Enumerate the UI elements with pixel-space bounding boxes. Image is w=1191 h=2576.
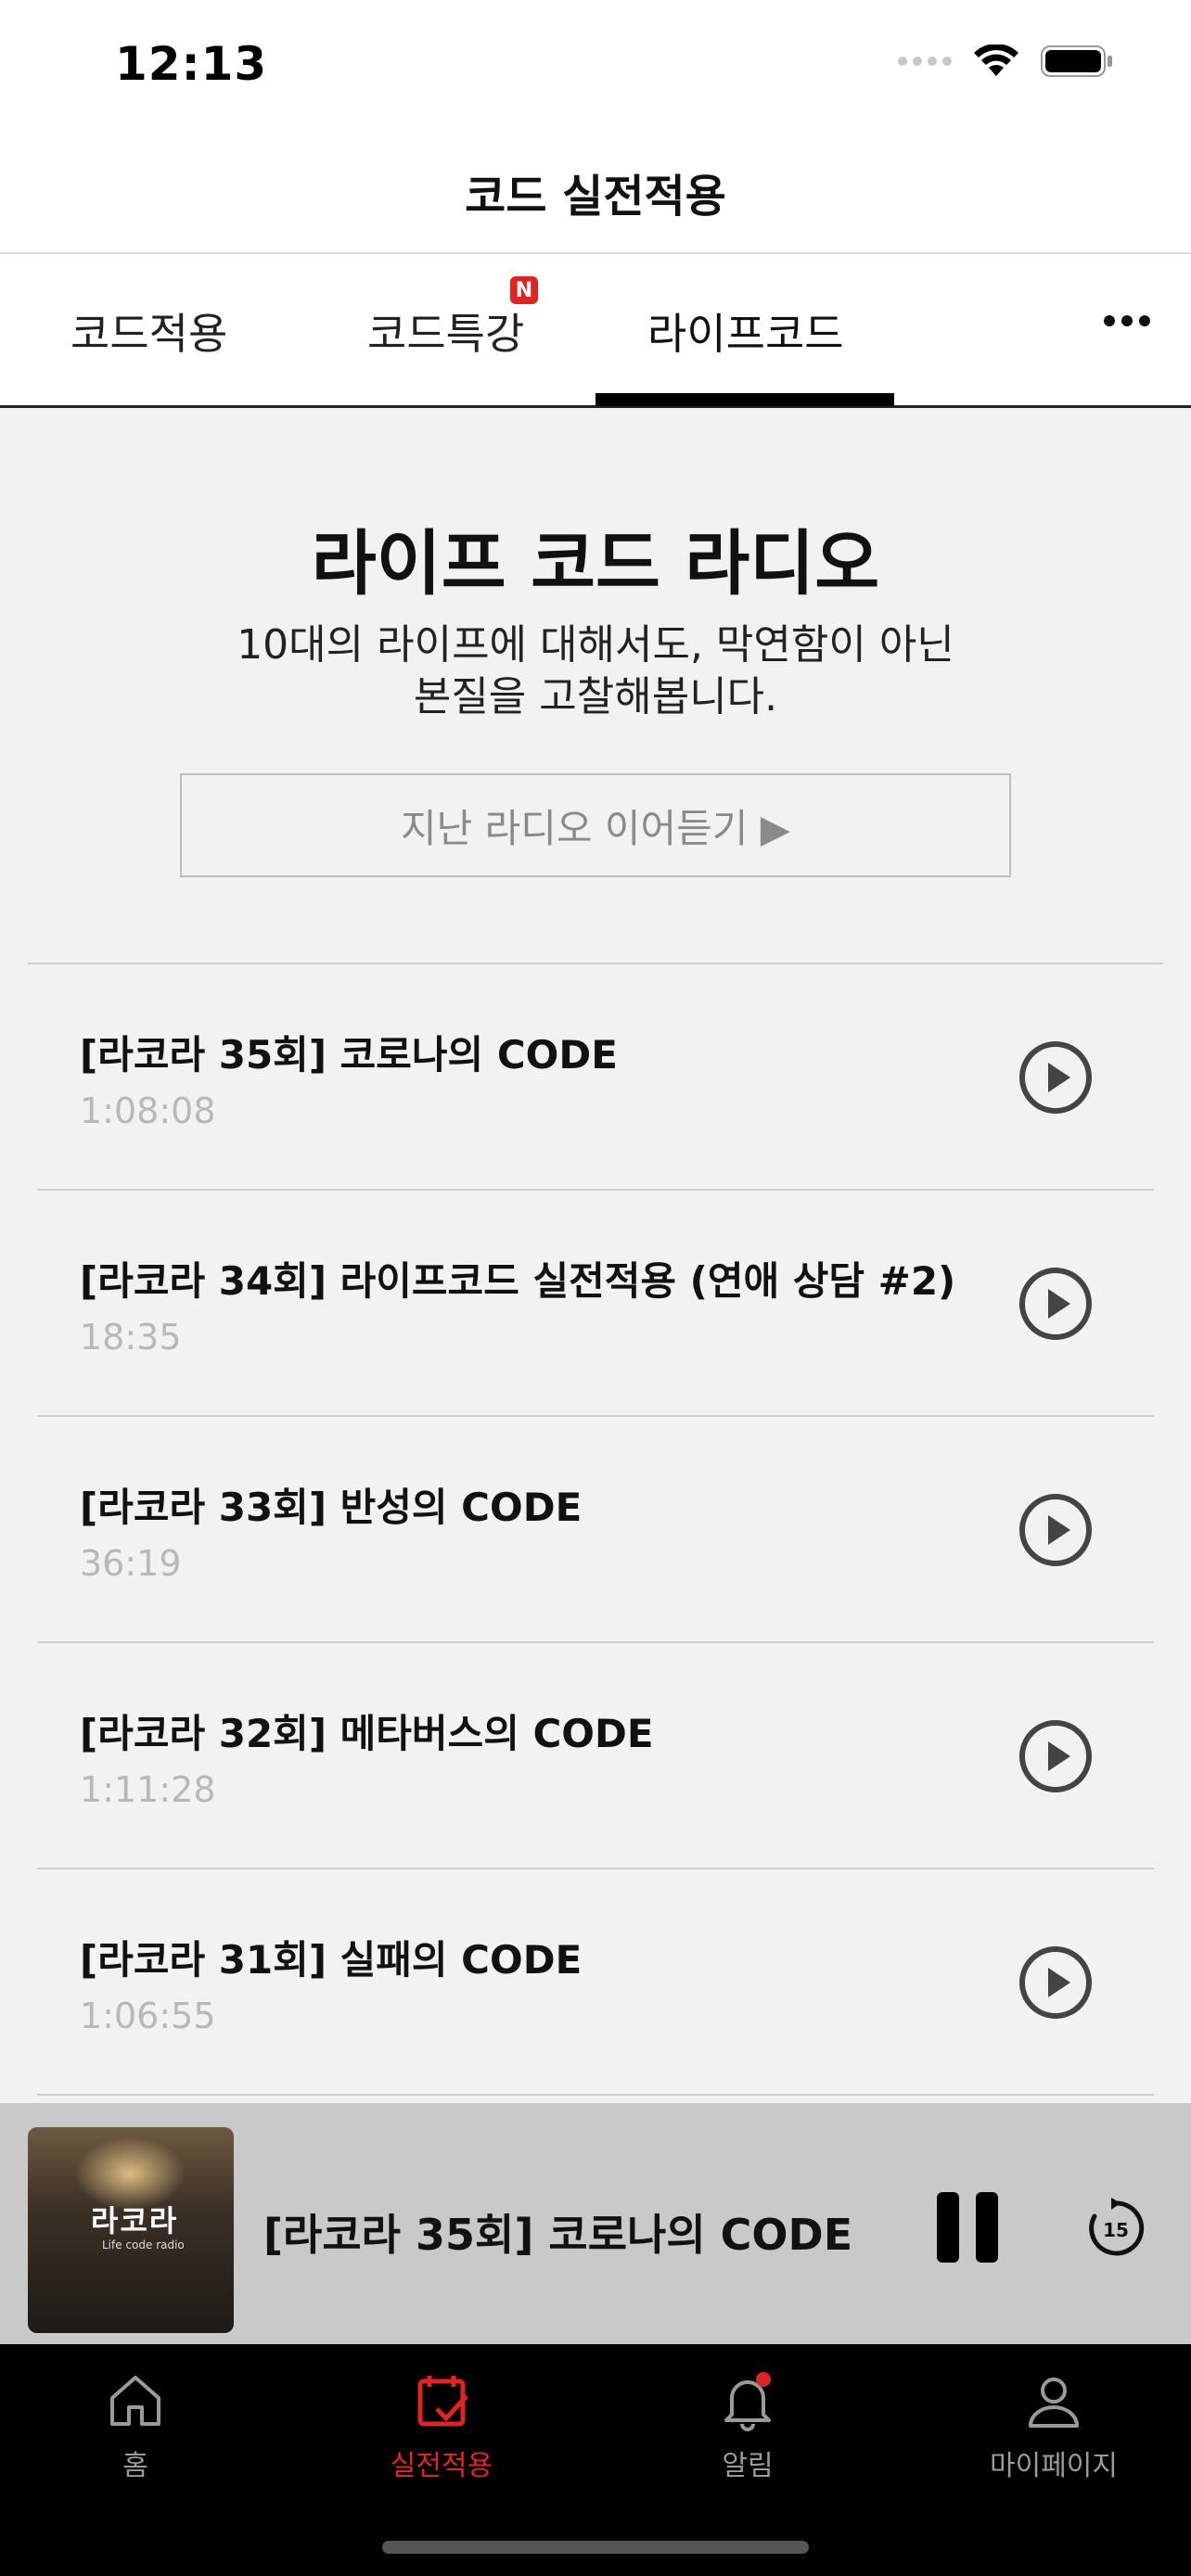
tab-my-page[interactable]: 마이페이지 [952, 2368, 1156, 2483]
tab-life-code[interactable]: 라이프코드 [647, 300, 844, 362]
signal-icon [898, 57, 952, 66]
notification-dot [756, 2372, 771, 2387]
hero-description-line-2: 본질을 고찰해봅니다. [413, 673, 778, 721]
album-art-subtitle: Life code radio [102, 2238, 185, 2251]
tab-code-apply[interactable]: 코드적용 [70, 300, 227, 362]
hero-description: 10대의 라이프에 대해서도, 막연함이 아닌 본질을 고찰해봅니다. [0, 619, 1191, 723]
album-art[interactable]: 라코라 Life code radio [28, 2127, 234, 2333]
status-bar: 12:13 [0, 0, 1191, 130]
tab-my-page-label: 마이페이지 [990, 2450, 1118, 2482]
previous-radio-button[interactable]: 지난 라디오 이어듣기 ▶ [180, 773, 1011, 877]
status-time: 12:13 [115, 37, 268, 91]
list-item[interactable]: [라코라 33회] 반성의 CODE 36:19 [37, 1417, 1154, 1643]
list-item[interactable]: [라코라 32회] 메타버스의 CODE 1:11:28 [37, 1643, 1154, 1869]
episode-title: [라코라 35회] 코로나의 CODE [80, 1032, 618, 1078]
home-icon [110, 2376, 160, 2426]
person-icon [1029, 2378, 1079, 2428]
tab-code-lecture[interactable]: 코드특강 [367, 300, 524, 362]
tab-home-label: 홈 [122, 2450, 148, 2482]
page-title: 코드 실전적용 [465, 171, 726, 223]
tab-practice[interactable]: 실전적용 [339, 2368, 544, 2483]
tab-alarm[interactable]: 알림 [646, 2368, 850, 2483]
skip-seconds-label: 15 [1103, 2219, 1129, 2241]
mini-player[interactable]: 라코라 Life code radio [라코라 35회] 코로나의 CODE … [0, 2103, 1191, 2344]
episode-duration: 1:06:55 [80, 1996, 216, 2036]
play-icon[interactable] [1018, 1267, 1093, 1341]
wifi-icon [974, 45, 1018, 76]
episode-title: [라코라 31회] 실패의 CODE [80, 1937, 583, 1983]
tab-practice-label: 실전적용 [390, 2450, 493, 2482]
new-badge: N [510, 276, 538, 304]
play-icon[interactable] [1018, 1493, 1093, 1567]
home-indicator [382, 2541, 809, 2554]
episode-duration: 18:35 [80, 1317, 182, 1358]
skip-forward-15-icon[interactable]: 15 [1083, 2196, 1148, 2261]
now-playing-title: [라코라 35회] 코로나의 CODE [263, 2210, 853, 2260]
nav-bar: 코드 실전적용 [0, 130, 1191, 254]
tab-bar-top: 코드적용 코드특강 라이프코드 [0, 254, 1191, 408]
calendar-check-icon [417, 2376, 468, 2427]
list-item[interactable]: [라코라 31회] 실패의 CODE 1:06:55 [37, 1869, 1154, 2096]
list-item[interactable]: [라코라 34회] 라이프코드 실전적용 (연애 상담 #2) 18:35 [37, 1191, 1154, 1417]
more-icon[interactable] [1104, 315, 1150, 326]
album-art-logo: 라코라 [91, 2203, 179, 2238]
hero-description-line-1: 10대의 라이프에 대해서도, 막연함이 아닌 [237, 621, 954, 669]
play-icon[interactable] [1018, 1040, 1093, 1115]
episode-title: [라코라 32회] 메타버스의 CODE [80, 1711, 654, 1756]
bell-icon [724, 2372, 771, 2431]
episode-duration: 36:19 [80, 1543, 182, 1584]
tab-alarm-label: 알림 [722, 2450, 774, 2482]
episode-duration: 1:08:08 [80, 1090, 216, 1131]
episode-title: [라코라 34회] 라이프코드 실전적용 (연애 상담 #2) [80, 1258, 956, 1304]
status-icons [898, 45, 1113, 78]
battery-icon [1041, 45, 1112, 77]
tab-selected-indicator [596, 393, 894, 406]
play-icon[interactable] [1018, 1719, 1093, 1793]
pause-button[interactable] [937, 2192, 998, 2263]
episode-duration: 1:11:28 [80, 1769, 216, 1810]
play-icon[interactable] [1018, 1945, 1093, 2020]
episode-title: [라코라 33회] 반성의 CODE [80, 1485, 583, 1530]
hero-title: 라이프 코드 라디오 [311, 522, 880, 605]
list-item[interactable]: [라코라 35회] 코로나의 CODE 1:08:08 [37, 964, 1154, 1191]
tab-home[interactable]: 홈 [33, 2368, 237, 2483]
